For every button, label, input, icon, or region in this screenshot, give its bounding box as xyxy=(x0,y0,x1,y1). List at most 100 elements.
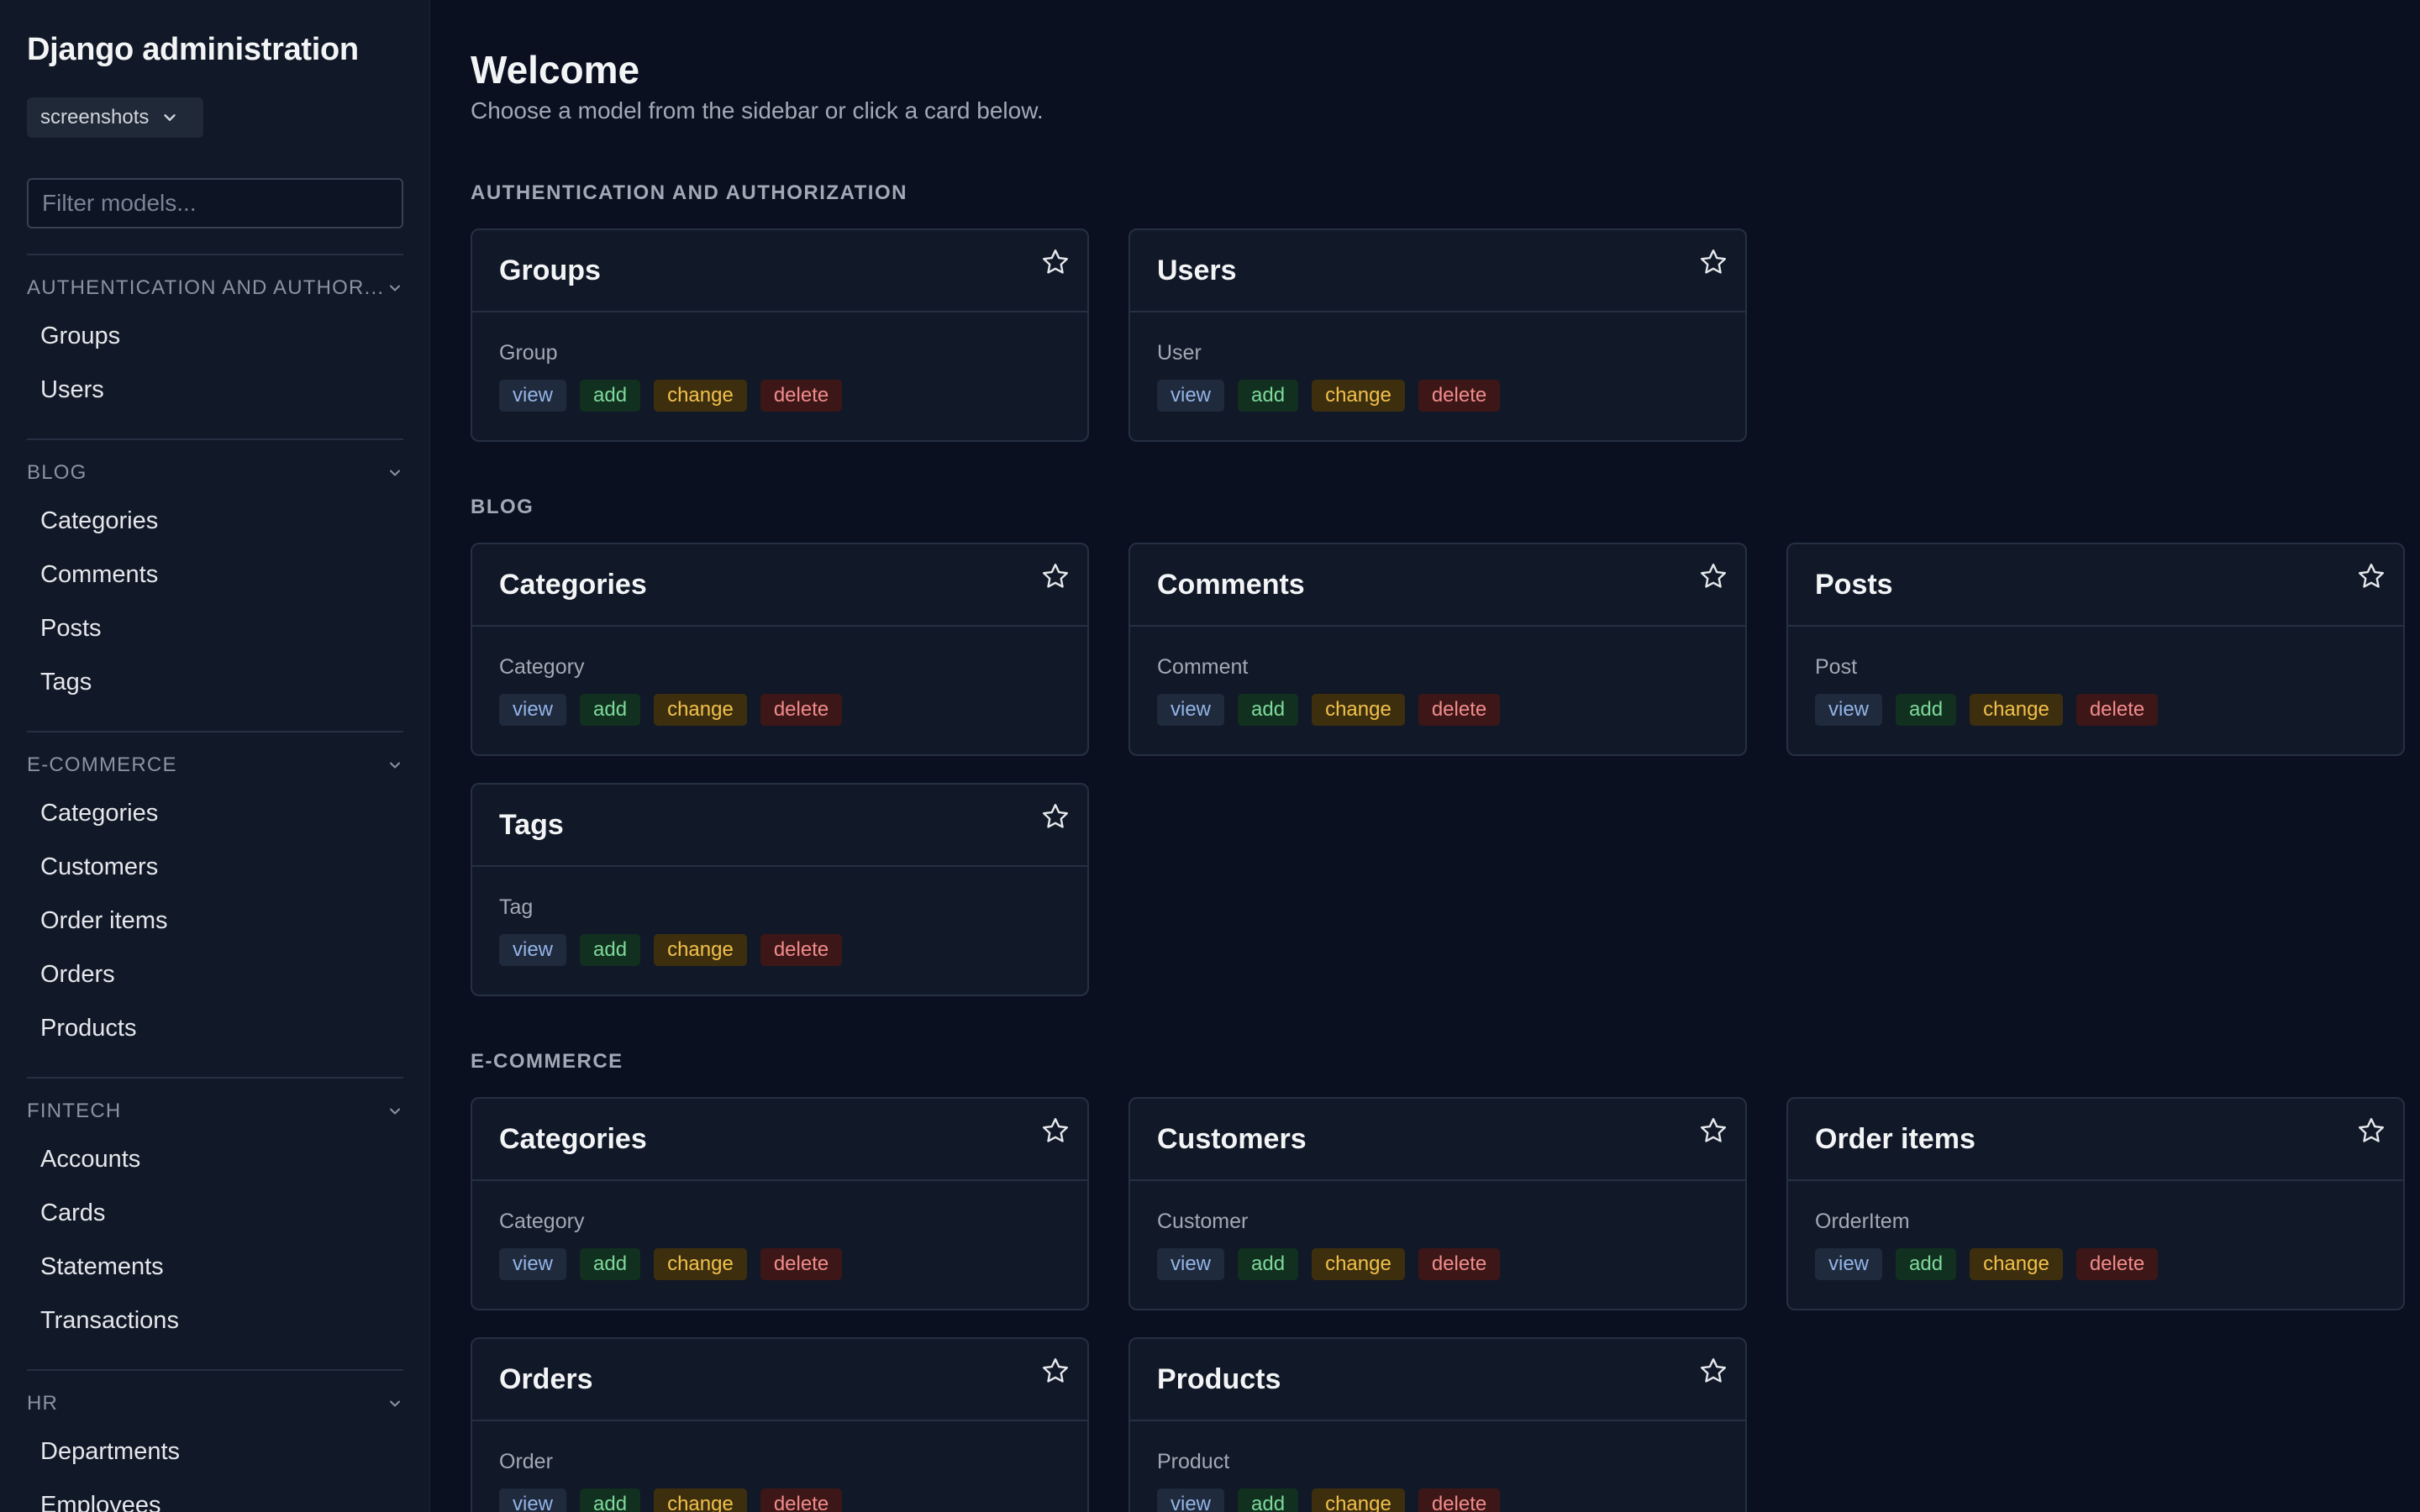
model-card-order-items[interactable]: Order items OrderItem view add change delete xyxy=(1786,1097,2405,1310)
card-title[interactable]: Orders xyxy=(499,1363,593,1396)
delete-badge[interactable]: delete xyxy=(760,380,843,412)
model-card-orders[interactable]: Orders Order view add change delete xyxy=(471,1337,1089,1512)
model-card-categories[interactable]: Categories Category view add change delete xyxy=(471,543,1089,756)
sidebar-item-users[interactable]: Users xyxy=(27,363,403,417)
add-badge[interactable]: add xyxy=(580,1488,641,1512)
star-outline-icon[interactable] xyxy=(1040,1116,1071,1146)
model-card-users[interactable]: Users User view add change delete xyxy=(1128,228,1747,442)
card-title[interactable]: Customers xyxy=(1157,1123,1307,1156)
card-title[interactable]: Order items xyxy=(1815,1123,1975,1156)
add-badge[interactable]: add xyxy=(580,694,641,726)
view-badge[interactable]: view xyxy=(1157,1248,1225,1280)
filter-models-input[interactable] xyxy=(27,178,403,228)
delete-badge[interactable]: delete xyxy=(1418,380,1501,412)
delete-badge[interactable]: delete xyxy=(1418,1488,1501,1512)
star-outline-icon[interactable] xyxy=(1698,1116,1728,1146)
star-outline-icon[interactable] xyxy=(2356,1116,2386,1146)
add-badge[interactable]: add xyxy=(580,1248,641,1280)
change-badge[interactable]: change xyxy=(654,1248,747,1280)
view-badge[interactable]: view xyxy=(1815,1248,1883,1280)
sidebar-group-header[interactable]: BLOG xyxy=(27,460,403,486)
change-badge[interactable]: change xyxy=(654,934,747,966)
card-title[interactable]: Groups xyxy=(499,255,601,287)
star-outline-icon[interactable] xyxy=(1040,247,1071,277)
sidebar-item-orders[interactable]: Orders xyxy=(27,948,403,1001)
sidebar-item-employees[interactable]: Employees xyxy=(27,1478,403,1512)
change-badge[interactable]: change xyxy=(654,1488,747,1512)
delete-badge[interactable]: delete xyxy=(760,694,843,726)
database-select[interactable]: screenshots xyxy=(27,97,203,138)
sidebar-group-header[interactable]: FINTECH xyxy=(27,1099,403,1124)
view-badge[interactable]: view xyxy=(1815,694,1883,726)
change-badge[interactable]: change xyxy=(1312,1488,1405,1512)
sidebar-item-statements[interactable]: Statements xyxy=(27,1240,403,1294)
add-badge[interactable]: add xyxy=(1238,1488,1299,1512)
star-outline-icon[interactable] xyxy=(2356,561,2386,591)
sidebar-item-categories[interactable]: Categories xyxy=(27,786,403,840)
model-card-comments[interactable]: Comments Comment view add change delete xyxy=(1128,543,1747,756)
star-outline-icon[interactable] xyxy=(1040,561,1071,591)
star-outline-icon[interactable] xyxy=(1698,561,1728,591)
view-badge[interactable]: view xyxy=(499,1248,567,1280)
delete-badge[interactable]: delete xyxy=(2075,1248,2159,1280)
sidebar-group-header[interactable]: E-COMMERCE xyxy=(27,753,403,778)
sidebar-item-accounts[interactable]: Accounts xyxy=(27,1132,403,1186)
model-card-tags[interactable]: Tags Tag view add change delete xyxy=(471,783,1089,996)
view-badge[interactable]: view xyxy=(499,934,567,966)
sidebar-item-comments[interactable]: Comments xyxy=(27,548,403,601)
change-badge[interactable]: change xyxy=(654,380,747,412)
delete-badge[interactable]: delete xyxy=(1418,694,1501,726)
site-title[interactable]: Django administration xyxy=(27,32,359,68)
card-title[interactable]: Products xyxy=(1157,1363,1281,1396)
sidebar-item-posts[interactable]: Posts xyxy=(27,601,403,655)
star-outline-icon[interactable] xyxy=(1040,801,1071,832)
add-badge[interactable]: add xyxy=(580,934,641,966)
model-card-groups[interactable]: Groups Group view add change delete xyxy=(471,228,1089,442)
view-badge[interactable]: view xyxy=(499,694,567,726)
sidebar-item-order-items[interactable]: Order items xyxy=(27,894,403,948)
add-badge[interactable]: add xyxy=(1238,380,1299,412)
card-title[interactable]: Categories xyxy=(499,1123,647,1156)
sidebar-item-tags[interactable]: Tags xyxy=(27,655,403,709)
model-card-customers[interactable]: Customers Customer view add change delete xyxy=(1128,1097,1747,1310)
star-outline-icon[interactable] xyxy=(1698,247,1728,277)
delete-badge[interactable]: delete xyxy=(760,1248,843,1280)
star-outline-icon[interactable] xyxy=(1040,1356,1071,1386)
add-badge[interactable]: add xyxy=(1896,1248,1957,1280)
view-badge[interactable]: view xyxy=(1157,694,1225,726)
change-badge[interactable]: change xyxy=(1312,694,1405,726)
add-badge[interactable]: add xyxy=(1238,1248,1299,1280)
change-badge[interactable]: change xyxy=(1970,694,2063,726)
delete-badge[interactable]: delete xyxy=(2075,694,2159,726)
change-badge[interactable]: change xyxy=(1970,1248,2063,1280)
model-card-posts[interactable]: Posts Post view add change delete xyxy=(1786,543,2405,756)
delete-badge[interactable]: delete xyxy=(760,1488,843,1512)
card-title[interactable]: Tags xyxy=(499,809,564,842)
add-badge[interactable]: add xyxy=(1896,694,1957,726)
change-badge[interactable]: change xyxy=(654,694,747,726)
change-badge[interactable]: change xyxy=(1312,380,1405,412)
add-badge[interactable]: add xyxy=(580,380,641,412)
view-badge[interactable]: view xyxy=(499,1488,567,1512)
sidebar-group-header[interactable]: HR xyxy=(27,1391,403,1416)
sidebar-item-cards[interactable]: Cards xyxy=(27,1186,403,1240)
change-badge[interactable]: change xyxy=(1312,1248,1405,1280)
star-outline-icon[interactable] xyxy=(1698,1356,1728,1386)
view-badge[interactable]: view xyxy=(499,380,567,412)
sidebar-item-products[interactable]: Products xyxy=(27,1001,403,1055)
sidebar-item-groups[interactable]: Groups xyxy=(27,309,403,363)
card-title[interactable]: Users xyxy=(1157,255,1237,287)
delete-badge[interactable]: delete xyxy=(1418,1248,1501,1280)
card-title[interactable]: Comments xyxy=(1157,569,1305,601)
card-title[interactable]: Categories xyxy=(499,569,647,601)
view-badge[interactable]: view xyxy=(1157,380,1225,412)
sidebar-item-categories[interactable]: Categories xyxy=(27,494,403,548)
model-card-products[interactable]: Products Product view add change delete xyxy=(1128,1337,1747,1512)
delete-badge[interactable]: delete xyxy=(760,934,843,966)
add-badge[interactable]: add xyxy=(1238,694,1299,726)
sidebar-item-departments[interactable]: Departments xyxy=(27,1425,403,1478)
model-card-categories[interactable]: Categories Category view add change delete xyxy=(471,1097,1089,1310)
sidebar-item-transactions[interactable]: Transactions xyxy=(27,1294,403,1347)
card-title[interactable]: Posts xyxy=(1815,569,1893,601)
view-badge[interactable]: view xyxy=(1157,1488,1225,1512)
